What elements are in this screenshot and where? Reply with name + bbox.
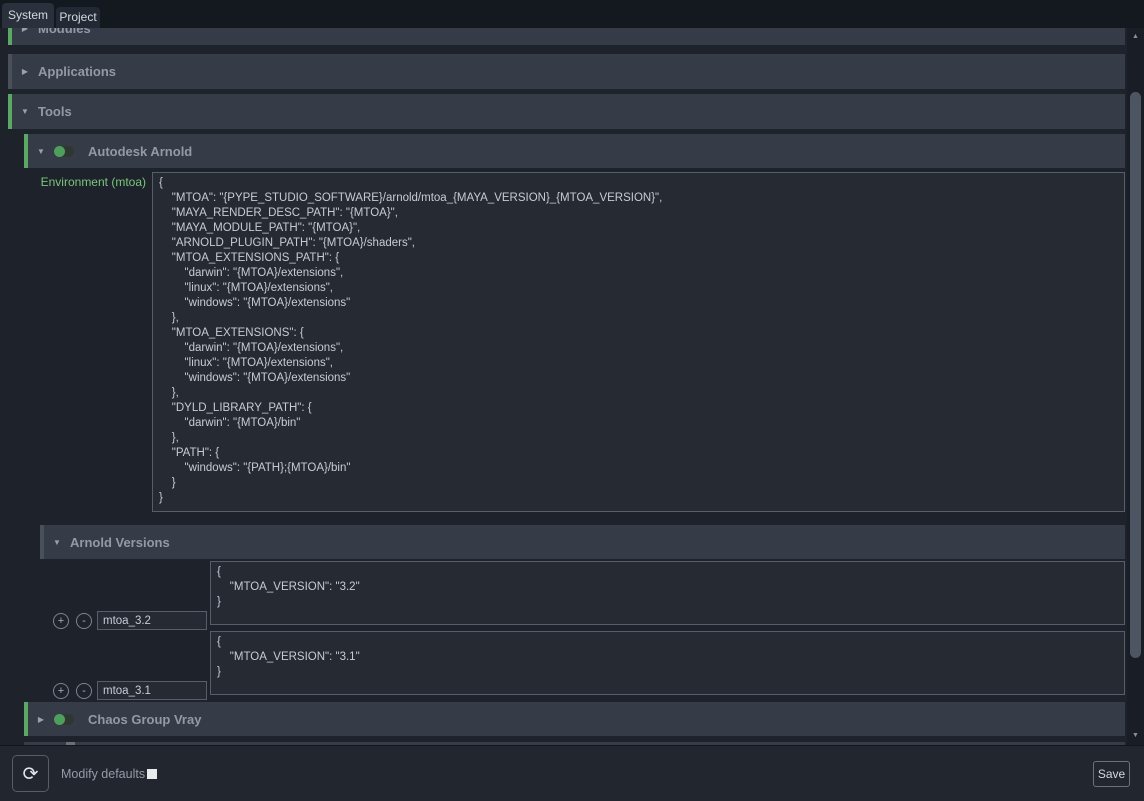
version-json-textarea[interactable]: { "MTOA_VERSION": "3.1" } — [210, 631, 1125, 695]
environment-json-textarea[interactable]: { "MTOA": "{PYPE_STUDIO_SOFTWARE}/arnold… — [152, 172, 1125, 512]
section-header-chaos-group-vray[interactable]: ▶ Chaos Group Vray — [24, 702, 1125, 736]
arnold-enabled-toggle[interactable] — [54, 146, 74, 157]
remove-version-button[interactable]: - — [76, 613, 92, 629]
scrollbar-thumb[interactable] — [1130, 92, 1141, 658]
toggle-knob — [54, 146, 65, 157]
section-header-modules[interactable]: ▶ Modules — [8, 28, 1125, 45]
version-json-textarea[interactable]: { "MTOA_VERSION": "3.2" } — [210, 561, 1125, 625]
refresh-button[interactable]: ⟳ — [12, 755, 49, 792]
modify-defaults-checkbox[interactable] — [147, 769, 157, 779]
section-header-autodesk-arnold[interactable]: ▼ Autodesk Arnold — [24, 134, 1125, 168]
environment-label: Environment (mtoa) — [8, 175, 146, 189]
section-header-applications[interactable]: ▶ Applications — [8, 54, 1125, 89]
section-header-arnold-versions[interactable]: ▼ Arnold Versions — [40, 525, 1125, 559]
save-button[interactable]: Save — [1093, 761, 1130, 787]
toggle-knob — [54, 714, 65, 725]
tab-system[interactable]: System — [2, 3, 54, 28]
tab-project[interactable]: Project — [56, 7, 100, 28]
vray-enabled-toggle[interactable] — [54, 714, 74, 725]
chevron-right-icon: ▶ — [12, 28, 38, 33]
modify-defaults-label: Modify defaults — [61, 767, 145, 781]
refresh-icon: ⟳ — [23, 763, 39, 785]
scroll-down-arrow-icon[interactable]: ▼ — [1127, 729, 1144, 743]
section-title: Arnold Versions — [70, 535, 170, 550]
chevron-down-icon: ▼ — [44, 538, 70, 547]
scroll-up-arrow-icon[interactable]: ▲ — [1127, 30, 1144, 44]
chevron-right-icon: ▶ — [12, 67, 38, 76]
version-name-input[interactable] — [97, 681, 207, 700]
chevron-down-icon: ▼ — [12, 107, 38, 116]
chevron-down-icon: ▼ — [28, 147, 54, 156]
footer-bar: ⟳ Modify defaults Save — [0, 745, 1144, 801]
section-title: Modules — [38, 28, 91, 36]
section-title: Tools — [38, 104, 72, 119]
section-header-tools[interactable]: ▼ Tools — [8, 94, 1125, 129]
section-title: Applications — [38, 64, 116, 79]
scrollbar[interactable]: ▲ ▼ — [1127, 28, 1144, 745]
tab-bar: System Project — [0, 0, 1144, 28]
remove-version-button[interactable]: - — [76, 683, 92, 699]
section-title: Autodesk Arnold — [88, 144, 192, 159]
version-name-input[interactable] — [97, 611, 207, 630]
settings-scroll-area: ▶ Modules ▶ Applications ▼ Tools ▼ Autod… — [0, 28, 1127, 745]
add-version-button[interactable]: + — [53, 683, 69, 699]
section-title: Chaos Group Vray — [88, 712, 201, 727]
add-version-button[interactable]: + — [53, 613, 69, 629]
chevron-right-icon: ▶ — [28, 715, 54, 724]
